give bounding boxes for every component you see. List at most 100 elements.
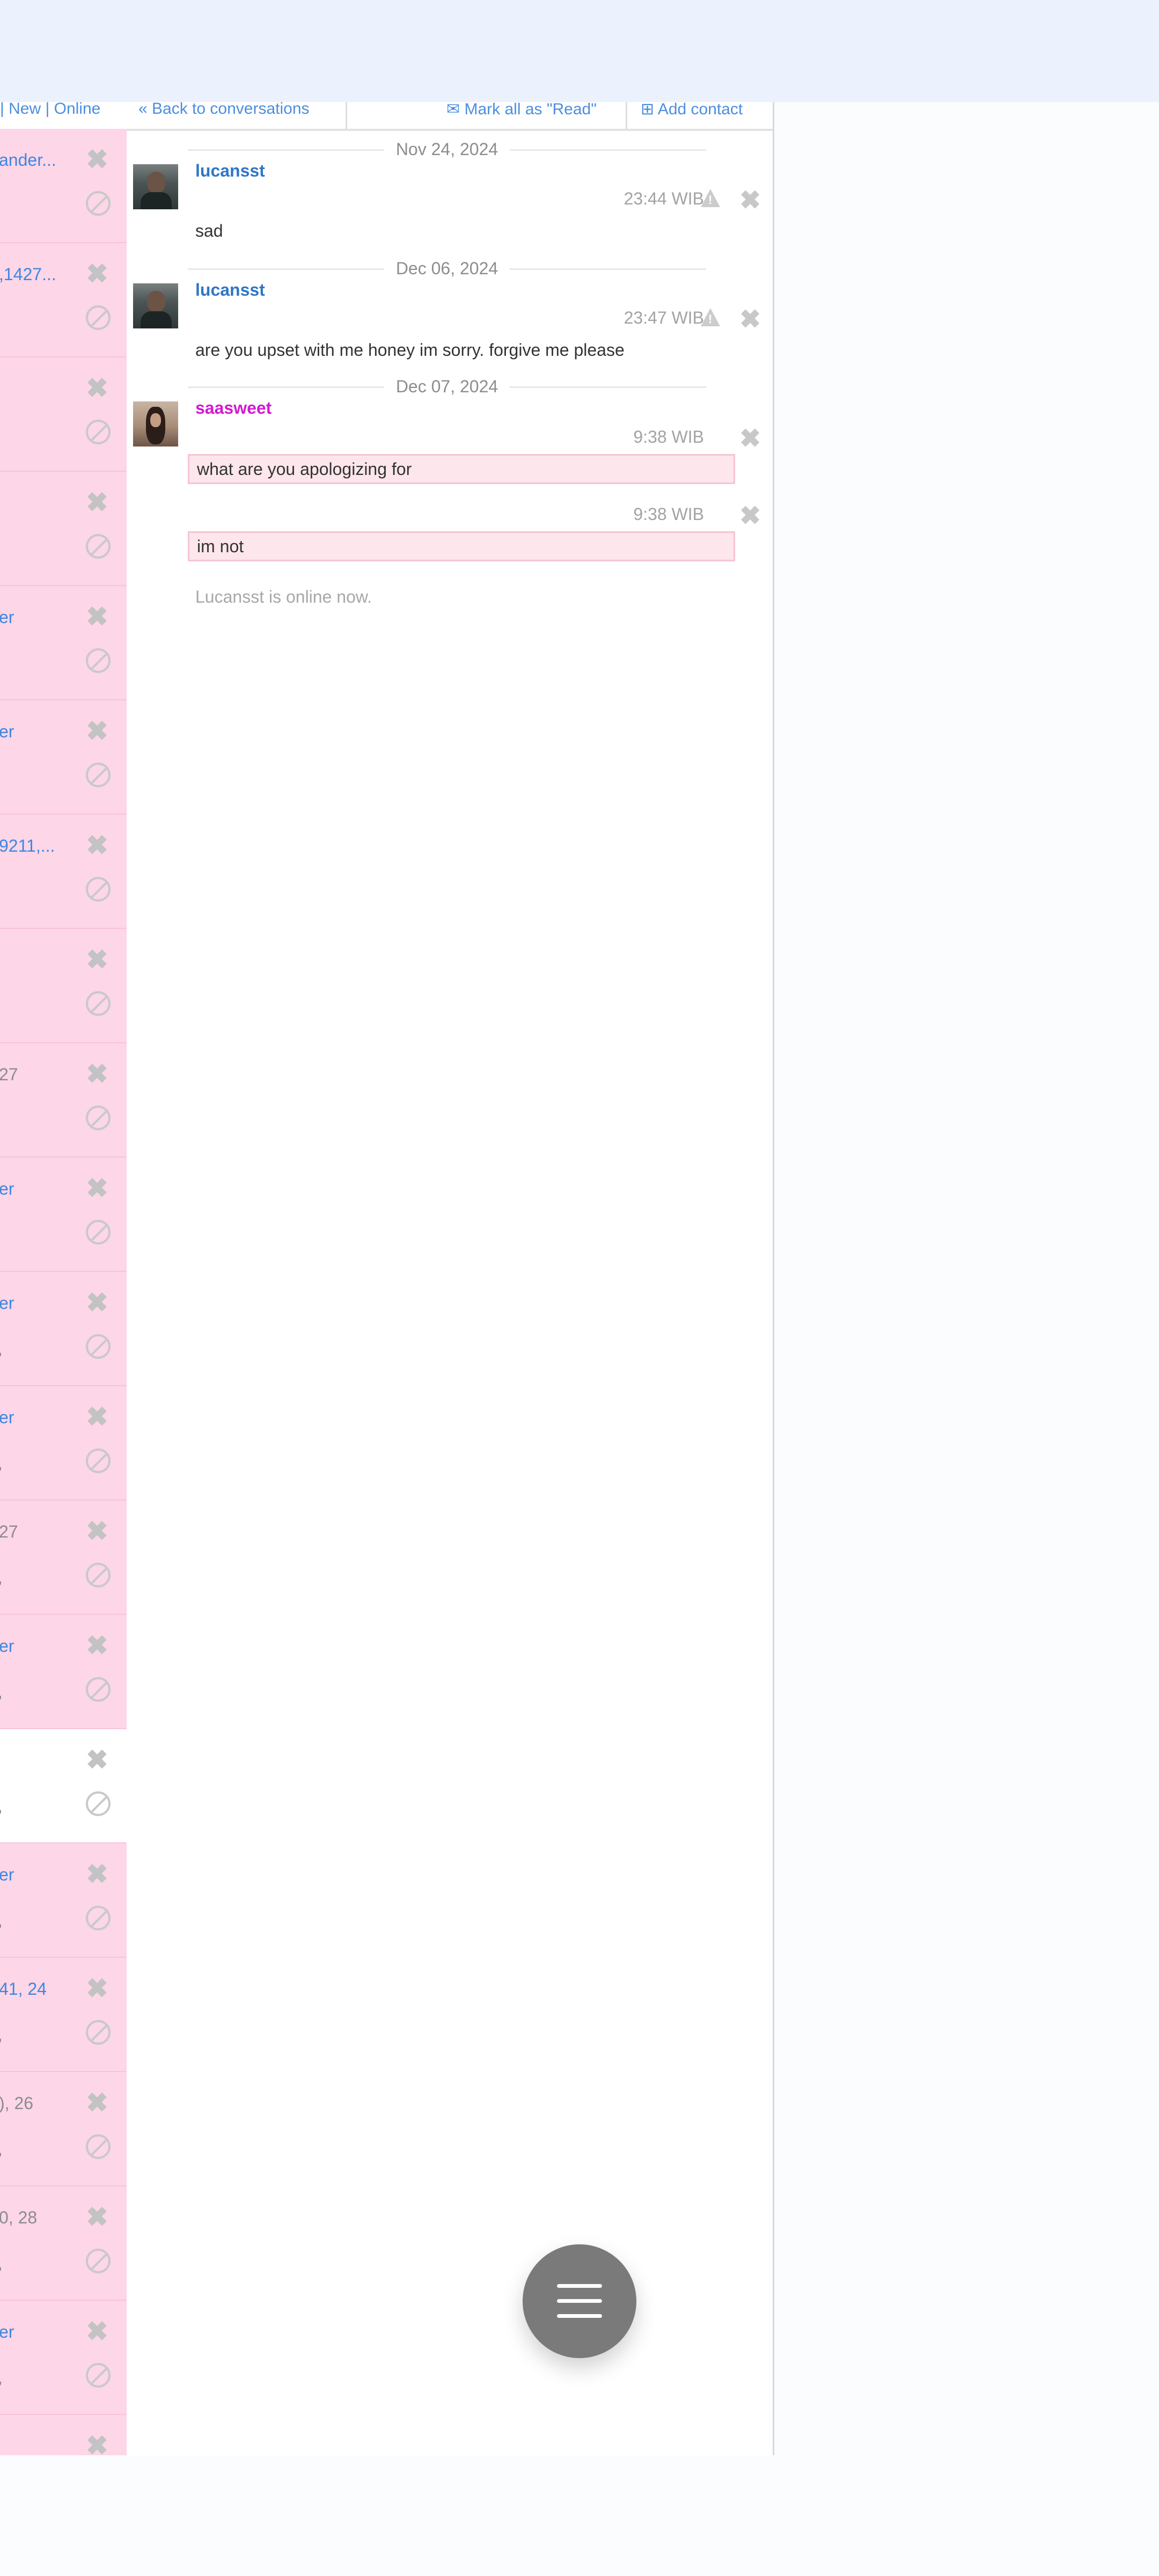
conversation-name[interactable]: er (0, 722, 14, 742)
conversation-name[interactable]: 27 (0, 1065, 18, 1085)
conversation-name[interactable]: ,1427... (0, 265, 56, 284)
delete-conversation-icon[interactable]: ✖ (86, 1175, 108, 1202)
delete-conversation-icon[interactable]: ✖ (86, 1861, 108, 1887)
block-user-icon[interactable] (86, 2020, 111, 2045)
conversation-name[interactable]: ), 26 (0, 2094, 33, 2113)
back-arrow-icon: « (138, 102, 152, 118)
block-user-icon[interactable] (86, 1334, 111, 1359)
chat-toolbar: « Back to conversations ✉ Mark all as "R… (127, 102, 773, 131)
conversation-item[interactable]: 41, 24, ✖ (0, 1958, 127, 2073)
delete-conversation-icon[interactable]: ✖ (86, 260, 108, 287)
delete-conversation-icon[interactable]: ✖ (86, 1518, 108, 1545)
delete-message-icon[interactable]: ✖ (739, 426, 761, 452)
delete-conversation-icon[interactable]: ✖ (86, 2432, 108, 2455)
delete-conversation-icon[interactable]: ✖ (86, 489, 108, 516)
delete-conversation-icon[interactable]: ✖ (86, 946, 108, 973)
block-user-icon[interactable] (86, 991, 111, 1016)
delete-conversation-icon[interactable]: ✖ (86, 1060, 108, 1087)
block-user-icon[interactable] (86, 1563, 111, 1587)
message-sender[interactable]: lucansst (195, 161, 265, 181)
conversation-name[interactable]: er (0, 608, 14, 627)
delete-conversation-icon[interactable]: ✖ (86, 1632, 108, 1659)
block-user-icon[interactable] (86, 1791, 111, 1816)
block-user-icon[interactable] (86, 877, 111, 902)
block-user-icon[interactable] (86, 420, 111, 444)
conversation-item[interactable]: ,✖ (0, 1729, 127, 1844)
block-user-icon[interactable] (86, 1906, 111, 1930)
conversation-item[interactable]: ✖ (0, 472, 127, 587)
add-contact-link[interactable]: ⊞ Add contact (641, 102, 743, 119)
conversation-item[interactable]: 9211,... ✖ (0, 815, 127, 930)
message-bubble: im not (188, 531, 735, 561)
delete-conversation-icon[interactable]: ✖ (86, 1289, 108, 1316)
conversation-name[interactable]: er (0, 1179, 14, 1199)
mark-all-read-link[interactable]: ✉ Mark all as "Read" (446, 102, 597, 119)
delete-message-icon[interactable]: ✖ (739, 188, 761, 214)
delete-message-icon[interactable]: ✖ (739, 503, 761, 529)
delete-message-icon[interactable]: ✖ (739, 307, 761, 333)
delete-conversation-icon[interactable]: ✖ (86, 832, 108, 859)
conversation-name[interactable]: er (0, 1408, 14, 1428)
delete-conversation-icon[interactable]: ✖ (86, 2318, 108, 2345)
conversation-item[interactable]: er, ✖ (0, 1615, 127, 1730)
conversation-name[interactable]: 27 (0, 1522, 18, 1542)
block-user-icon[interactable] (86, 1677, 111, 1702)
avatar[interactable] (133, 283, 178, 328)
message-sender[interactable]: saasweet (195, 398, 272, 418)
conversation-item[interactable]: er ✖ (0, 1158, 127, 1272)
block-user-icon[interactable] (86, 763, 111, 787)
conversation-item[interactable]: 27 ✖ (0, 1043, 127, 1158)
report-warning-icon[interactable] (701, 308, 720, 326)
conversation-item[interactable]: ,1427... ✖ (0, 243, 127, 358)
block-user-icon[interactable] (86, 305, 111, 330)
block-user-icon[interactable] (86, 1448, 111, 1473)
menu-fab-button[interactable] (523, 2244, 636, 2358)
conversation-item[interactable]: er, ✖ (0, 1386, 127, 1501)
conversation-item[interactable]: ✖ (0, 357, 127, 472)
conversation-name[interactable]: 0, 28 (0, 2208, 37, 2228)
toolbar-divider (346, 102, 347, 129)
conversation-name[interactable]: 41, 24 (0, 1979, 47, 1999)
block-user-icon[interactable] (86, 2134, 111, 2159)
conversation-name[interactable]: er (0, 1636, 14, 1656)
block-user-icon[interactable] (86, 1220, 111, 1245)
delete-conversation-icon[interactable]: ✖ (86, 603, 108, 630)
conversation-item[interactable]: er, ✖ (0, 1843, 127, 1958)
block-user-icon[interactable] (86, 534, 111, 559)
delete-conversation-icon[interactable]: ✖ (86, 375, 108, 401)
conversation-item[interactable]: ✖ (0, 2415, 127, 2455)
delete-conversation-icon[interactable]: ✖ (86, 718, 108, 744)
conversation-item[interactable]: 27, ✖ (0, 1501, 127, 1615)
conversation-name[interactable]: er (0, 1865, 14, 1885)
conversation-filter-links[interactable]: | New | Online (0, 102, 100, 118)
conversation-name[interactable]: er (0, 1293, 14, 1313)
block-user-icon[interactable] (86, 1106, 111, 1130)
block-user-icon[interactable] (86, 2249, 111, 2273)
conversation-item[interactable]: ), 26, ✖ (0, 2072, 127, 2187)
back-to-conversations-link[interactable]: « Back to conversations (138, 102, 310, 118)
conversation-item[interactable]: ander... ✖ (0, 129, 127, 244)
block-user-icon[interactable] (86, 191, 111, 216)
conversation-item[interactable]: er, ✖ (0, 1272, 127, 1387)
conversation-name[interactable]: 9211,... (0, 836, 55, 856)
avatar[interactable] (133, 401, 178, 447)
conversation-item[interactable]: ✖ (0, 929, 127, 1044)
delete-conversation-icon[interactable]: ✖ (86, 1746, 108, 1773)
conversation-item[interactable]: 0, 28, ✖ (0, 2186, 127, 2301)
delete-conversation-icon[interactable]: ✖ (86, 146, 108, 173)
delete-conversation-icon[interactable]: ✖ (86, 2204, 108, 2230)
message-sender[interactable]: lucansst (195, 280, 265, 300)
block-user-icon[interactable] (86, 648, 111, 673)
block-user-icon[interactable] (86, 2363, 111, 2388)
delete-conversation-icon[interactable]: ✖ (86, 1975, 108, 2002)
add-contact-icon: ⊞ (641, 102, 658, 118)
delete-conversation-icon[interactable]: ✖ (86, 1403, 108, 1430)
conversation-name[interactable]: ander... (0, 150, 56, 170)
report-warning-icon[interactable] (701, 189, 720, 207)
conversation-item[interactable]: er ✖ (0, 586, 127, 701)
delete-conversation-icon[interactable]: ✖ (86, 2089, 108, 2116)
avatar[interactable] (133, 164, 178, 209)
conversation-item[interactable]: er, ✖ (0, 2301, 127, 2416)
conversation-item[interactable]: er ✖ (0, 700, 127, 815)
conversation-name[interactable]: er (0, 2322, 14, 2342)
